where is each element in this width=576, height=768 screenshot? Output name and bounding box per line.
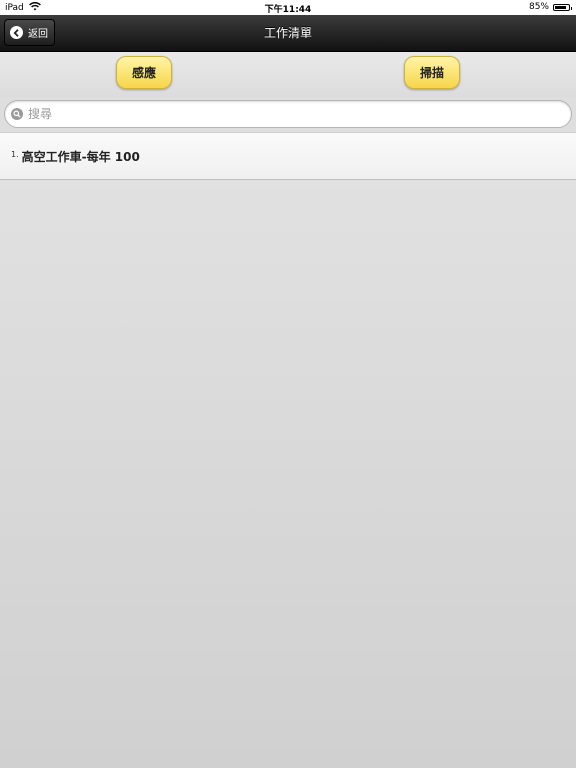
action-toolbar: 感應 掃描 <box>0 52 576 97</box>
search-bar <box>0 97 576 132</box>
nav-bar: 返回 工作清單 <box>0 15 576 52</box>
sense-button[interactable]: 感應 <box>116 56 172 89</box>
status-time: 下午11:44 <box>264 5 312 15</box>
scan-button[interactable]: 掃描 <box>404 56 460 89</box>
list-item-label: 高空工作車-每年 100 <box>21 149 140 164</box>
status-bar: iPad 下午11:44 85% <box>0 0 576 15</box>
list-item-number: 1. <box>11 149 19 159</box>
battery-percent: 85% <box>528 2 549 12</box>
search-icon <box>11 108 23 120</box>
work-list: 1. 高空工作車-每年 100 <box>0 132 576 180</box>
list-item[interactable]: 1. 高空工作車-每年 100 <box>0 132 576 180</box>
status-bar-right: 85% <box>528 2 572 12</box>
search-box[interactable] <box>4 100 572 128</box>
page-title: 工作清單 <box>263 26 312 40</box>
battery-icon <box>553 3 572 11</box>
search-input[interactable] <box>28 107 528 121</box>
battery-fill <box>555 5 567 9</box>
